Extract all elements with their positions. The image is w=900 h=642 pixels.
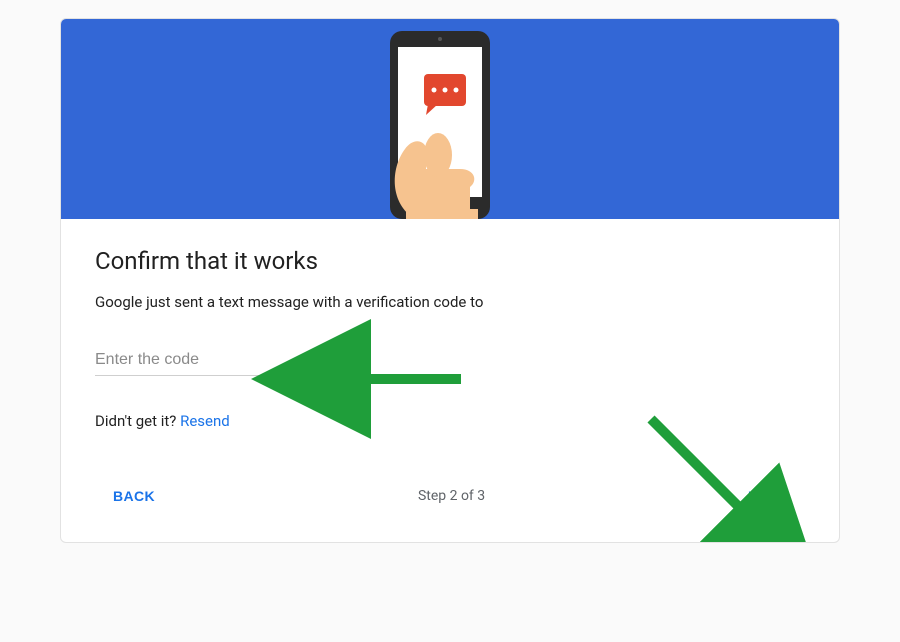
footer-bar: BACK Step 2 of 3 NEXT xyxy=(95,480,805,532)
resend-prompt: Didn't get it? xyxy=(95,412,180,430)
resend-link[interactable]: Resend xyxy=(180,412,230,430)
content-area: Confirm that it works Google just sent a… xyxy=(61,219,839,542)
verification-card: Confirm that it works Google just sent a… xyxy=(60,18,840,543)
next-button[interactable]: NEXT xyxy=(736,480,799,512)
back-button[interactable]: BACK xyxy=(101,480,167,512)
page-title: Confirm that it works xyxy=(95,247,805,275)
password-manager-icon[interactable] xyxy=(335,353,349,369)
code-input[interactable] xyxy=(95,345,325,376)
hero-banner xyxy=(61,19,839,219)
step-indicator: Step 2 of 3 xyxy=(418,488,485,504)
phone-in-hand-illustration xyxy=(320,19,580,219)
resend-row: Didn't get it? Resend xyxy=(95,412,805,430)
instruction-text: Google just sent a text message with a v… xyxy=(95,293,805,311)
code-field-row xyxy=(95,345,805,376)
